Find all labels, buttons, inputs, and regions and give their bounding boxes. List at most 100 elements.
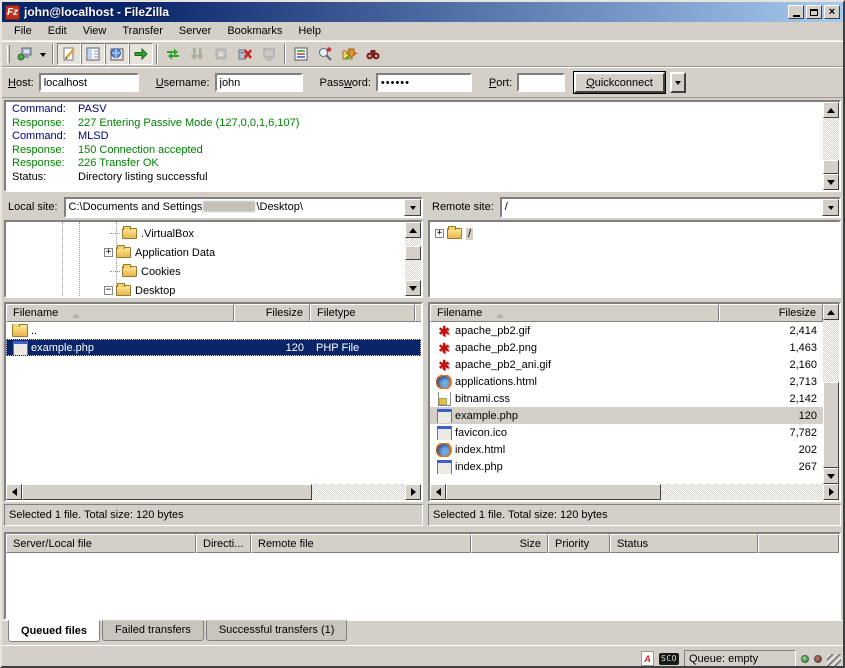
tab-queued-files[interactable]: Queued files [8, 620, 100, 642]
tab-successful-transfers[interactable]: Successful transfers (1) [206, 620, 348, 641]
remote-path-dropdown[interactable] [822, 199, 839, 216]
column-priority[interactable]: Priority [548, 534, 610, 553]
table-row-selected[interactable]: example.php 120 PHP File 1 [6, 339, 421, 356]
menu-file[interactable]: File [6, 23, 40, 39]
menu-bookmarks[interactable]: Bookmarks [219, 23, 290, 39]
disconnect-button[interactable] [233, 43, 257, 65]
resize-grip[interactable] [827, 654, 841, 668]
cancel-operation-button[interactable] [209, 43, 233, 65]
scroll-thumb[interactable] [823, 160, 839, 174]
remote-list-body: apache_pb2.gif2,414 apache_pb2.png1,463 … [430, 322, 823, 484]
username-input[interactable] [215, 73, 303, 92]
tree-item-cookies[interactable]: Cookies [6, 262, 405, 281]
scroll-left-button[interactable] [6, 484, 22, 500]
host-input[interactable] [39, 73, 139, 92]
scroll-thumb[interactable] [22, 484, 312, 500]
local-tree-scrollbar[interactable] [405, 222, 421, 296]
column-filename[interactable]: Filename [430, 304, 719, 322]
scroll-thumb[interactable] [405, 246, 421, 260]
log-scrollbar[interactable] [823, 102, 839, 190]
table-row[interactable]: apache_pb2.gif2,414 [430, 322, 823, 339]
compare-directories-button[interactable] [313, 43, 337, 65]
local-path-dropdown[interactable] [404, 199, 421, 216]
tab-failed-transfers[interactable]: Failed transfers [102, 620, 204, 641]
scroll-down-button[interactable] [823, 174, 839, 190]
queue-body[interactable] [6, 553, 839, 618]
table-row[interactable]: bitnami.css2,142 [430, 390, 823, 407]
expand-plus-icon[interactable]: + [435, 229, 444, 238]
password-input[interactable] [376, 73, 472, 92]
local-path-combo[interactable]: C:\Documents and Settings\Desktop\ [64, 197, 423, 218]
arrow-up-icon [409, 224, 417, 233]
table-row[interactable]: apache_pb2.png1,463 [430, 339, 823, 356]
menu-server[interactable]: Server [171, 23, 219, 39]
scroll-up-button[interactable] [823, 102, 839, 118]
datatype-indicator-icon[interactable]: A [641, 651, 654, 666]
scroll-left-button[interactable] [430, 484, 446, 500]
column-filetype[interactable]: Filetype [310, 304, 415, 322]
minimize-button[interactable] [788, 5, 804, 19]
menu-edit[interactable]: Edit [40, 23, 75, 39]
column-size[interactable]: Size [471, 534, 548, 553]
column-lastmodified[interactable]: L [415, 304, 423, 322]
table-row-selected[interactable]: example.php120 [430, 407, 823, 424]
toggle-remote-tree-button[interactable] [105, 43, 129, 65]
menu-transfer[interactable]: Transfer [114, 23, 171, 39]
toggle-message-log-button[interactable] [57, 43, 81, 65]
column-server-local-file[interactable]: Server/Local file [6, 534, 196, 553]
scroll-right-button[interactable] [823, 484, 839, 500]
table-row[interactable]: favicon.ico7,782 [430, 424, 823, 441]
port-input[interactable] [517, 73, 565, 92]
synchronized-browsing-button[interactable] [337, 43, 361, 65]
column-filesize[interactable]: Filesize [719, 304, 823, 322]
tree-item-root[interactable]: +/ [430, 224, 839, 243]
scroll-down-button[interactable] [405, 280, 421, 296]
table-row[interactable]: .. [6, 322, 421, 339]
toolbar-grip[interactable] [7, 45, 10, 63]
speed-limits-icon[interactable]: SCO [659, 653, 679, 665]
find-files-button[interactable] [361, 43, 385, 65]
close-button[interactable]: × [824, 5, 840, 19]
scroll-down-button[interactable] [823, 468, 839, 484]
collapse-minus-icon[interactable]: − [104, 286, 113, 295]
column-filename[interactable]: Filename [6, 304, 234, 322]
table-row[interactable]: index.php267 [430, 458, 823, 475]
menu-view[interactable]: View [75, 23, 115, 39]
column-status[interactable]: Status [610, 534, 758, 553]
remote-path-combo[interactable]: / [500, 197, 841, 218]
filezilla-app-icon[interactable]: Fz [5, 5, 20, 20]
titlebar[interactable]: Fz john@localhost - FileZilla × [2, 2, 843, 22]
reconnect-button[interactable] [257, 43, 281, 65]
process-queue-button[interactable] [185, 43, 209, 65]
scroll-up-button[interactable] [405, 222, 421, 238]
expand-plus-icon[interactable]: + [104, 248, 113, 257]
quickconnect-dropdown[interactable] [670, 72, 686, 93]
scroll-thumb[interactable] [823, 382, 839, 468]
site-manager-button[interactable] [13, 43, 37, 65]
column-direction[interactable]: Directi... [196, 534, 251, 553]
toggle-transfer-queue-button[interactable] [129, 43, 153, 65]
quickconnect-button[interactable]: Quickconnect [574, 72, 665, 93]
directory-filters-button[interactable] [289, 43, 313, 65]
remote-list-scrollbar[interactable] [823, 304, 839, 484]
tree-item-desktop[interactable]: −Desktop [6, 281, 405, 298]
maximize-button[interactable] [806, 5, 822, 19]
toggle-local-tree-button[interactable] [81, 43, 105, 65]
table-row[interactable]: applications.html2,713 [430, 373, 823, 390]
redacted-username [203, 201, 255, 212]
scroll-right-button[interactable] [405, 484, 421, 500]
site-manager-dropdown[interactable] [37, 43, 49, 65]
menu-help[interactable]: Help [290, 23, 329, 39]
local-horizontal-scrollbar[interactable] [6, 484, 421, 500]
column-remote-file[interactable]: Remote file [251, 534, 471, 553]
table-row[interactable]: index.html202 [430, 441, 823, 458]
column-spacer [758, 534, 839, 553]
remote-horizontal-scrollbar[interactable] [430, 484, 839, 500]
scroll-up-button[interactable] [823, 304, 839, 320]
column-filesize[interactable]: Filesize [234, 304, 310, 322]
scroll-thumb[interactable] [446, 484, 661, 500]
tree-item-virtualbox[interactable]: .VirtualBox [6, 224, 405, 243]
tree-item-application-data[interactable]: +Application Data [6, 243, 405, 262]
refresh-button[interactable] [161, 43, 185, 65]
table-row[interactable]: apache_pb2_ani.gif2,160 [430, 356, 823, 373]
